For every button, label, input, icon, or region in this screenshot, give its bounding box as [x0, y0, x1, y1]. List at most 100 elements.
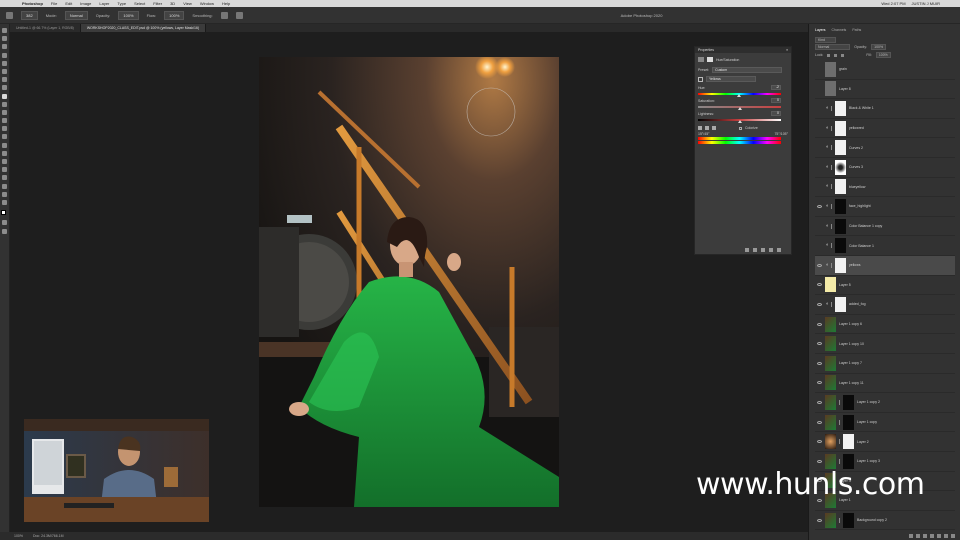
add-mask-icon[interactable]	[923, 534, 927, 538]
layer-row[interactable]: ◐ added_fog	[815, 295, 955, 315]
quick-mask-icon[interactable]	[2, 220, 7, 226]
brush-size-field[interactable]: 382	[21, 10, 38, 20]
move-tool-icon[interactable]	[2, 28, 7, 33]
layer-row[interactable]: ◐ Color Balance 1	[815, 236, 955, 256]
saturation-value-field[interactable]: 0	[771, 98, 781, 103]
hue-slider-thumb[interactable]	[736, 94, 741, 97]
layer-mask-thumbnail[interactable]	[835, 198, 846, 214]
mask-link-icon[interactable]	[831, 243, 833, 249]
layer-name[interactable]: yellows	[849, 263, 860, 267]
layer-thumbnail[interactable]	[825, 414, 836, 430]
hue-slider-track[interactable]	[698, 93, 781, 97]
channel-select[interactable]: Yellows	[706, 76, 756, 82]
menu-item-edit[interactable]: Edit	[65, 0, 72, 7]
layer-row[interactable]: Layer 2	[815, 432, 955, 452]
visibility-eye-icon[interactable]	[817, 263, 822, 267]
blur-tool-icon[interactable]	[2, 134, 7, 140]
eyedropper-tool-icon[interactable]	[2, 77, 7, 83]
layer-mask-thumbnail[interactable]	[843, 394, 854, 410]
mask-link-icon[interactable]	[839, 517, 841, 523]
layer-name[interactable]: Layer 1 copy 3	[857, 459, 880, 463]
layer-row[interactable]: ◐ Color Balance 1 copy	[815, 217, 955, 237]
layer-mask-thumbnail[interactable]	[835, 159, 846, 175]
layer-row[interactable]: grain	[815, 60, 955, 80]
panel-menu-icon[interactable]: ≡	[786, 47, 788, 53]
pen-tool-icon[interactable]	[2, 150, 7, 156]
delete-layer-icon[interactable]	[951, 534, 955, 538]
layer-row[interactable]: ◐ Curves 2	[815, 138, 955, 158]
visibility-eye-icon[interactable]	[817, 342, 822, 346]
marquee-tool-icon[interactable]	[2, 36, 7, 42]
clip-to-layer-icon[interactable]	[745, 248, 749, 252]
gradient-tool-icon[interactable]	[2, 126, 7, 132]
layer-mask-thumbnail[interactable]	[835, 120, 846, 136]
menu-item-window[interactable]: Window	[200, 0, 214, 7]
visibility-eye-icon[interactable]	[817, 518, 822, 522]
tab-channels[interactable]: Channels	[832, 28, 847, 32]
doc-tab-workshop[interactable]: WORKSHOP2020_CLASS_EDIT.psd @ 100% (yell…	[80, 24, 207, 32]
mask-link-icon[interactable]	[831, 125, 833, 131]
layer-row[interactable]: ◐ yellows	[815, 256, 955, 276]
mode-select[interactable]: Normal	[64, 10, 88, 20]
targeted-adjustment-icon[interactable]	[698, 76, 703, 82]
visibility-eye-icon[interactable]	[817, 459, 822, 463]
layer-row[interactable]: Layer 1 copy 7	[815, 354, 955, 374]
mask-link-icon[interactable]	[831, 203, 833, 209]
layer-thumbnail[interactable]	[825, 394, 836, 410]
visibility-eye-icon[interactable]	[817, 283, 822, 287]
layer-thumbnail[interactable]	[825, 375, 836, 391]
new-layer-icon[interactable]	[944, 534, 948, 538]
layer-thumbnail[interactable]	[825, 336, 836, 352]
layer-name[interactable]: face_highlight	[849, 204, 871, 208]
eyedropper-icon[interactable]	[698, 126, 702, 130]
eyedropper-minus-icon[interactable]	[712, 126, 716, 130]
reset-icon[interactable]	[761, 248, 765, 252]
screen-mode-icon[interactable]	[2, 228, 7, 234]
menu-item-image[interactable]: Image	[80, 0, 91, 7]
crop-tool-icon[interactable]	[2, 60, 7, 66]
layer-thumbnail[interactable]	[825, 277, 836, 293]
color-swatches[interactable]	[1, 210, 8, 218]
color-range-bar-bottom[interactable]	[698, 141, 781, 144]
layer-name[interactable]: added_fog	[849, 302, 866, 306]
layer-thumbnail[interactable]	[825, 316, 836, 332]
layer-thumbnail[interactable]	[825, 61, 836, 77]
menu-user[interactable]: JUSTIN J MUIR	[912, 0, 940, 7]
clone-stamp-tool-icon[interactable]	[2, 101, 7, 107]
menu-app-name[interactable]: Photoshop	[22, 0, 43, 7]
foreground-color-icon[interactable]	[1, 210, 6, 216]
layer-row[interactable]: Background copy 2	[815, 511, 955, 531]
menu-item-help[interactable]: Help	[222, 0, 230, 7]
layer-thumbnail[interactable]	[825, 434, 836, 450]
colorize-checkbox[interactable]	[739, 126, 742, 130]
layer-row[interactable]: ◐ yellowred	[815, 119, 955, 139]
visibility-eye-icon[interactable]	[817, 322, 822, 326]
layer-mask-thumbnail[interactable]	[835, 296, 846, 312]
symmetry-icon[interactable]	[235, 11, 243, 19]
brush-tool-icon-selected[interactable]	[2, 93, 7, 99]
layer-name[interactable]: Curves 3	[849, 165, 863, 169]
view-previous-icon[interactable]	[753, 248, 757, 252]
lightness-value-field[interactable]: 0	[771, 111, 781, 116]
dodge-tool-icon[interactable]	[2, 142, 7, 148]
mask-link-icon[interactable]	[839, 399, 841, 405]
layer-name[interactable]: Layer 1 copy	[857, 420, 877, 424]
layer-row[interactable]: ◐ blueyellow	[815, 178, 955, 198]
visibility-icon[interactable]	[769, 248, 773, 252]
layer-mask-thumbnail[interactable]	[835, 238, 846, 254]
visibility-eye-icon[interactable]	[817, 361, 822, 365]
mask-link-icon[interactable]	[831, 145, 833, 151]
zoom-tool-icon[interactable]	[2, 191, 7, 197]
layer-name[interactable]: blueyellow	[849, 185, 865, 189]
quick-select-tool-icon[interactable]	[2, 52, 7, 58]
layer-mask-thumbnail[interactable]	[835, 257, 846, 273]
mask-link-icon[interactable]	[839, 419, 841, 425]
layer-name[interactable]: grain	[839, 67, 847, 71]
healing-tool-icon[interactable]	[2, 85, 7, 91]
lasso-tool-icon[interactable]	[2, 44, 7, 50]
layer-mask-thumbnail[interactable]	[835, 179, 846, 195]
layer-row[interactable]: Layer 1 copy 10	[815, 334, 955, 354]
layer-name[interactable]: Layer 1 copy 11	[839, 381, 864, 385]
layer-mask-thumbnail[interactable]	[835, 140, 846, 156]
layer-name[interactable]: Layer 8	[839, 87, 851, 91]
